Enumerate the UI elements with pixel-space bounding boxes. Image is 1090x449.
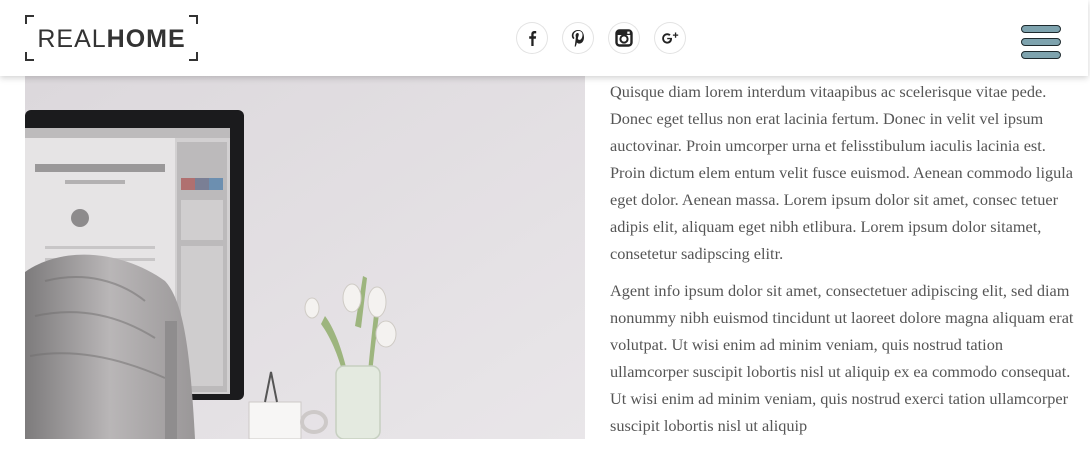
logo-text-light: REAL xyxy=(37,25,107,53)
pinterest-icon[interactable] xyxy=(563,23,593,53)
logo-corner xyxy=(189,15,198,24)
article-paragraph: Agent info ipsum dolor sit amet, consect… xyxy=(610,281,1074,435)
logo-corner xyxy=(189,52,198,61)
menu-bar xyxy=(1021,25,1061,33)
instagram-icon[interactable] xyxy=(609,23,639,53)
logo-wordmark: REALHOME xyxy=(25,25,198,53)
logo-corner xyxy=(25,52,34,61)
menu-bar xyxy=(1021,51,1061,59)
site-logo[interactable]: REALHOME xyxy=(25,15,198,61)
menu-bar xyxy=(1021,38,1061,46)
site-header: REALHOME xyxy=(0,0,1088,76)
article-body: Quisque diam lorem interdum vitaapibus a… xyxy=(610,78,1082,449)
social-links xyxy=(517,23,685,53)
logo-corner xyxy=(25,15,34,24)
facebook-icon[interactable] xyxy=(517,23,547,53)
article-paragraph: Quisque diam lorem interdum vitaapibus a… xyxy=(610,82,1074,263)
logo-text-bold: HOME xyxy=(106,25,186,53)
hero-photo xyxy=(25,76,585,439)
google-plus-icon[interactable] xyxy=(655,23,685,53)
hamburger-menu-icon[interactable] xyxy=(1021,24,1063,60)
